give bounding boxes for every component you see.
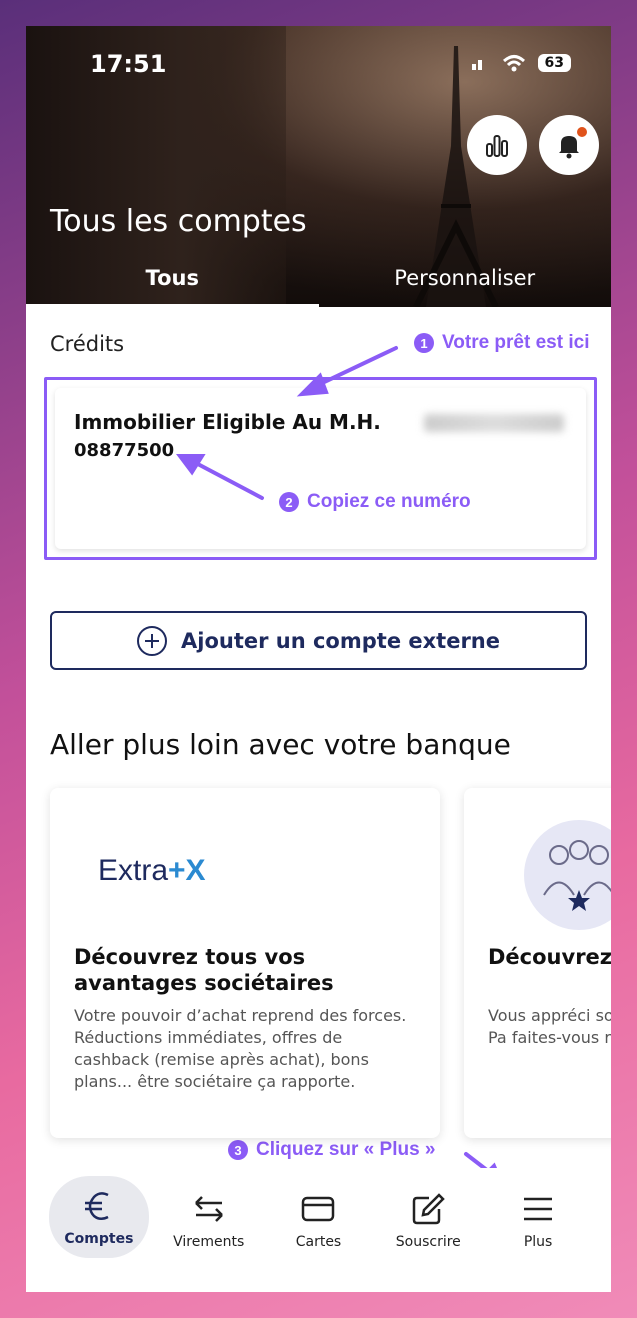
arrow-1-line bbox=[314, 346, 398, 388]
edit-icon bbox=[413, 1193, 446, 1225]
people-icon bbox=[543, 840, 611, 911]
phone-screen: 17:51 63 Tous les comptes Tous Personnal… bbox=[26, 26, 611, 1292]
arrow-2-line bbox=[192, 460, 264, 500]
nav-label: Souscrire bbox=[395, 1234, 461, 1250]
logo-accent: +X bbox=[168, 854, 206, 887]
annotation-1-number: 1 bbox=[414, 333, 434, 353]
menu-icon bbox=[524, 1197, 553, 1221]
nav-cartes[interactable]: Cartes bbox=[268, 1172, 368, 1268]
nav-virements[interactable]: Virements bbox=[159, 1172, 259, 1268]
nav-label: Plus bbox=[523, 1234, 553, 1250]
bottom-navigation: Comptes Virements Cartes Souscrire Plus bbox=[26, 1168, 611, 1264]
add-circle-icon bbox=[137, 625, 167, 656]
euro-icon bbox=[84, 1192, 109, 1220]
promo-card-text: Votre pouvoir d’achat reprend des forces… bbox=[74, 1006, 407, 1091]
card-icon bbox=[302, 1196, 335, 1222]
transfer-icon bbox=[194, 1196, 223, 1222]
nav-comptes[interactable]: Comptes bbox=[48, 1176, 149, 1258]
add-external-label: Ajouter un compte externe bbox=[181, 628, 500, 653]
annotation-2-text: Copiez ce numéro bbox=[307, 491, 471, 512]
add-external-account-button[interactable]: Ajouter un compte externe bbox=[50, 611, 587, 670]
promo-card-text: Vous appréci souhaitez en f entourage ? … bbox=[488, 1006, 611, 1047]
annotation-3: 3 Cliquez sur « Plus » bbox=[228, 1139, 436, 1161]
referral-illustration bbox=[524, 820, 611, 930]
promo-card-title: Découvrez parrainage bbox=[488, 945, 611, 969]
promo-section-title: Aller plus loin avec votre banque bbox=[50, 728, 511, 761]
arrow-2-head bbox=[176, 454, 206, 476]
nav-label: Virements bbox=[173, 1234, 245, 1250]
annotation-1: 1 Votre prêt est ici bbox=[414, 332, 589, 354]
logo-text: Extra bbox=[98, 854, 169, 887]
annotation-3-number: 3 bbox=[228, 1140, 248, 1160]
promo-card-title: Découvrez tous vos avantages sociétaires bbox=[74, 945, 334, 995]
arrow-1-head bbox=[296, 372, 329, 397]
annotation-1-text: Votre prêt est ici bbox=[442, 332, 590, 353]
annotation-2-number: 2 bbox=[279, 492, 299, 512]
nav-label: Cartes bbox=[295, 1234, 342, 1250]
nav-souscrire[interactable]: Souscrire bbox=[378, 1172, 478, 1268]
extra-x-logo: Extra+X bbox=[98, 854, 206, 888]
nav-plus[interactable]: Plus bbox=[488, 1172, 588, 1268]
promo-card-parrainage[interactable]: Découvrez parrainage Vous appréci souhai… bbox=[464, 788, 611, 1138]
annotation-3-text: Cliquez sur « Plus » bbox=[256, 1139, 436, 1160]
nav-label: Comptes bbox=[64, 1231, 134, 1247]
promo-card-avantages[interactable]: Extra+X Découvrez tous vos avantages soc… bbox=[50, 788, 440, 1138]
annotation-2: 2 Copiez ce numéro bbox=[279, 491, 471, 513]
